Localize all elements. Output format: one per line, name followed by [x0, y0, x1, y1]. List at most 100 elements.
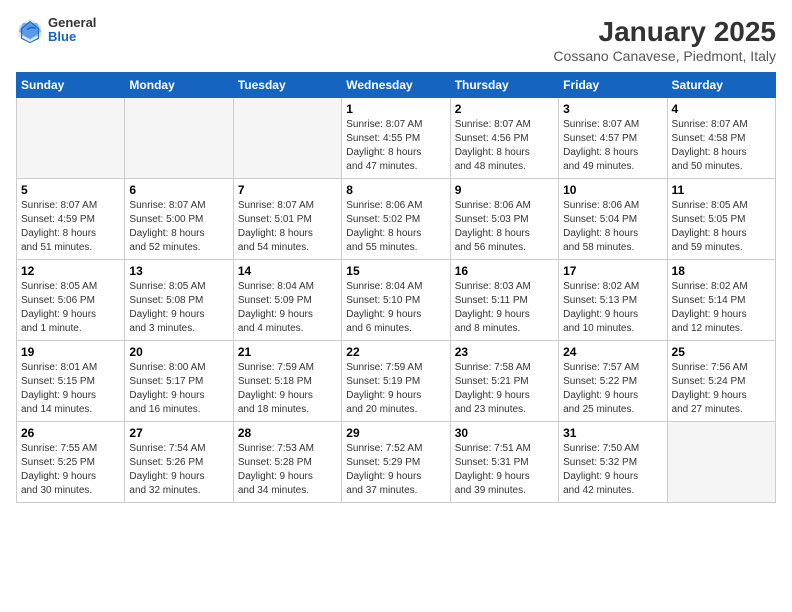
day-info: Sunrise: 7:57 AM Sunset: 5:22 PM Dayligh… [563, 361, 662, 417]
day-number: 1 [346, 102, 445, 116]
day-number: 27 [129, 426, 228, 440]
weekday-header: Tuesday [233, 73, 341, 98]
calendar-week: 19 Sunrise: 8:01 AM Sunset: 5:15 PM Dayli… [17, 341, 776, 422]
day-info: Sunrise: 7:59 AM Sunset: 5:19 PM Dayligh… [346, 361, 445, 417]
calendar-cell: 19 Sunrise: 8:01 AM Sunset: 5:15 PM Dayli… [17, 341, 125, 422]
day-number: 25 [672, 345, 771, 359]
day-info: Sunrise: 8:07 AM Sunset: 5:00 PM Dayligh… [129, 199, 228, 255]
day-number: 15 [346, 264, 445, 278]
calendar-cell: 1 Sunrise: 8:07 AM Sunset: 4:55 PM Daylig… [342, 98, 450, 179]
day-info: Sunrise: 8:07 AM Sunset: 4:59 PM Dayligh… [21, 199, 120, 255]
calendar-cell: 28Sunrise: 7:53 AM Sunset: 5:28 PM Dayli… [233, 422, 341, 503]
calendar-week: 1 Sunrise: 8:07 AM Sunset: 4:55 PM Daylig… [17, 98, 776, 179]
calendar-cell: 21Sunrise: 7:59 AM Sunset: 5:18 PM Dayli… [233, 341, 341, 422]
calendar-week: 12 Sunrise: 8:05 AM Sunset: 5:06 PM Dayli… [17, 260, 776, 341]
calendar: SundayMondayTuesdayWednesdayThursdayFrid… [16, 72, 776, 503]
calendar-cell: 13 Sunrise: 8:05 AM Sunset: 5:08 PM Dayli… [125, 260, 233, 341]
day-info: Sunrise: 8:07 AM Sunset: 4:55 PM Dayligh… [346, 118, 445, 174]
day-number: 16 [455, 264, 554, 278]
day-info: Sunrise: 8:07 AM Sunset: 4:58 PM Dayligh… [672, 118, 771, 174]
title-block: January 2025 Cossano Canavese, Piedmont,… [553, 16, 776, 64]
day-number: 17 [563, 264, 662, 278]
day-info: Sunrise: 8:06 AM Sunset: 5:02 PM Dayligh… [346, 199, 445, 255]
logo: General Blue [16, 16, 96, 45]
day-number: 11 [672, 183, 771, 197]
day-number: 19 [21, 345, 120, 359]
calendar-cell: 7Sunrise: 8:07 AM Sunset: 5:01 PM Daylig… [233, 179, 341, 260]
day-info: Sunrise: 8:06 AM Sunset: 5:03 PM Dayligh… [455, 199, 554, 255]
day-info: Sunrise: 8:03 AM Sunset: 5:11 PM Dayligh… [455, 280, 554, 336]
calendar-cell: 27Sunrise: 7:54 AM Sunset: 5:26 PM Dayli… [125, 422, 233, 503]
day-number: 31 [563, 426, 662, 440]
calendar-cell [17, 98, 125, 179]
calendar-cell: 4 Sunrise: 8:07 AM Sunset: 4:58 PM Daylig… [667, 98, 775, 179]
calendar-cell [233, 98, 341, 179]
calendar-header: SundayMondayTuesdayWednesdayThursdayFrid… [17, 73, 776, 98]
calendar-cell: 30 Sunrise: 7:51 AM Sunset: 5:31 PM Dayli… [450, 422, 558, 503]
location: Cossano Canavese, Piedmont, Italy [553, 48, 776, 64]
calendar-cell: 8 Sunrise: 8:06 AM Sunset: 5:02 PM Daylig… [342, 179, 450, 260]
calendar-cell: 22 Sunrise: 7:59 AM Sunset: 5:19 PM Dayli… [342, 341, 450, 422]
day-info: Sunrise: 7:50 AM Sunset: 5:32 PM Dayligh… [563, 442, 662, 498]
weekday-header: Thursday [450, 73, 558, 98]
day-info: Sunrise: 7:55 AM Sunset: 5:25 PM Dayligh… [21, 442, 120, 498]
day-number: 5 [21, 183, 120, 197]
day-info: Sunrise: 8:00 AM Sunset: 5:17 PM Dayligh… [129, 361, 228, 417]
weekday-header: Saturday [667, 73, 775, 98]
calendar-cell: 20 Sunrise: 8:00 AM Sunset: 5:17 PM Dayli… [125, 341, 233, 422]
weekday-header: Monday [125, 73, 233, 98]
weekday-header: Friday [559, 73, 667, 98]
day-info: Sunrise: 8:07 AM Sunset: 4:56 PM Dayligh… [455, 118, 554, 174]
calendar-cell: 2 Sunrise: 8:07 AM Sunset: 4:56 PM Daylig… [450, 98, 558, 179]
calendar-week: 26 Sunrise: 7:55 AM Sunset: 5:25 PM Dayli… [17, 422, 776, 503]
day-info: Sunrise: 8:05 AM Sunset: 5:06 PM Dayligh… [21, 280, 120, 336]
weekday-row: SundayMondayTuesdayWednesdayThursdayFrid… [17, 73, 776, 98]
day-number: 23 [455, 345, 554, 359]
day-info: Sunrise: 8:02 AM Sunset: 5:13 PM Dayligh… [563, 280, 662, 336]
day-info: Sunrise: 7:58 AM Sunset: 5:21 PM Dayligh… [455, 361, 554, 417]
calendar-cell: 29Sunrise: 7:52 AM Sunset: 5:29 PM Dayli… [342, 422, 450, 503]
day-number: 8 [346, 183, 445, 197]
calendar-cell: 11Sunrise: 8:05 AM Sunset: 5:05 PM Dayli… [667, 179, 775, 260]
day-info: Sunrise: 8:06 AM Sunset: 5:04 PM Dayligh… [563, 199, 662, 255]
day-number: 18 [672, 264, 771, 278]
day-number: 3 [563, 102, 662, 116]
day-number: 26 [21, 426, 120, 440]
calendar-cell: 14Sunrise: 8:04 AM Sunset: 5:09 PM Dayli… [233, 260, 341, 341]
calendar-cell [125, 98, 233, 179]
day-number: 29 [346, 426, 445, 440]
day-number: 9 [455, 183, 554, 197]
day-number: 6 [129, 183, 228, 197]
day-number: 28 [238, 426, 337, 440]
logo-text: General Blue [48, 16, 96, 45]
calendar-cell: 25 Sunrise: 7:56 AM Sunset: 5:24 PM Dayli… [667, 341, 775, 422]
calendar-cell: 10Sunrise: 8:06 AM Sunset: 5:04 PM Dayli… [559, 179, 667, 260]
day-number: 24 [563, 345, 662, 359]
day-number: 12 [21, 264, 120, 278]
calendar-cell: 17 Sunrise: 8:02 AM Sunset: 5:13 PM Dayli… [559, 260, 667, 341]
calendar-cell: 23 Sunrise: 7:58 AM Sunset: 5:21 PM Dayli… [450, 341, 558, 422]
month-title: January 2025 [553, 16, 776, 48]
logo-icon [16, 16, 44, 44]
day-number: 30 [455, 426, 554, 440]
calendar-week: 5 Sunrise: 8:07 AM Sunset: 4:59 PM Daylig… [17, 179, 776, 260]
calendar-cell: 9 Sunrise: 8:06 AM Sunset: 5:03 PM Daylig… [450, 179, 558, 260]
day-info: Sunrise: 8:04 AM Sunset: 5:09 PM Dayligh… [238, 280, 337, 336]
day-number: 13 [129, 264, 228, 278]
day-number: 20 [129, 345, 228, 359]
day-number: 4 [672, 102, 771, 116]
day-number: 22 [346, 345, 445, 359]
day-info: Sunrise: 8:07 AM Sunset: 5:01 PM Dayligh… [238, 199, 337, 255]
calendar-cell: 12 Sunrise: 8:05 AM Sunset: 5:06 PM Dayli… [17, 260, 125, 341]
calendar-cell: 16 Sunrise: 8:03 AM Sunset: 5:11 PM Dayli… [450, 260, 558, 341]
day-info: Sunrise: 8:05 AM Sunset: 5:08 PM Dayligh… [129, 280, 228, 336]
logo-blue-text: Blue [48, 30, 96, 44]
calendar-cell: 31 Sunrise: 7:50 AM Sunset: 5:32 PM Dayli… [559, 422, 667, 503]
calendar-cell: 6 Sunrise: 8:07 AM Sunset: 5:00 PM Daylig… [125, 179, 233, 260]
day-info: Sunrise: 7:56 AM Sunset: 5:24 PM Dayligh… [672, 361, 771, 417]
day-number: 2 [455, 102, 554, 116]
day-info: Sunrise: 8:07 AM Sunset: 4:57 PM Dayligh… [563, 118, 662, 174]
day-info: Sunrise: 8:01 AM Sunset: 5:15 PM Dayligh… [21, 361, 120, 417]
calendar-cell: 15Sunrise: 8:04 AM Sunset: 5:10 PM Dayli… [342, 260, 450, 341]
day-info: Sunrise: 7:51 AM Sunset: 5:31 PM Dayligh… [455, 442, 554, 498]
